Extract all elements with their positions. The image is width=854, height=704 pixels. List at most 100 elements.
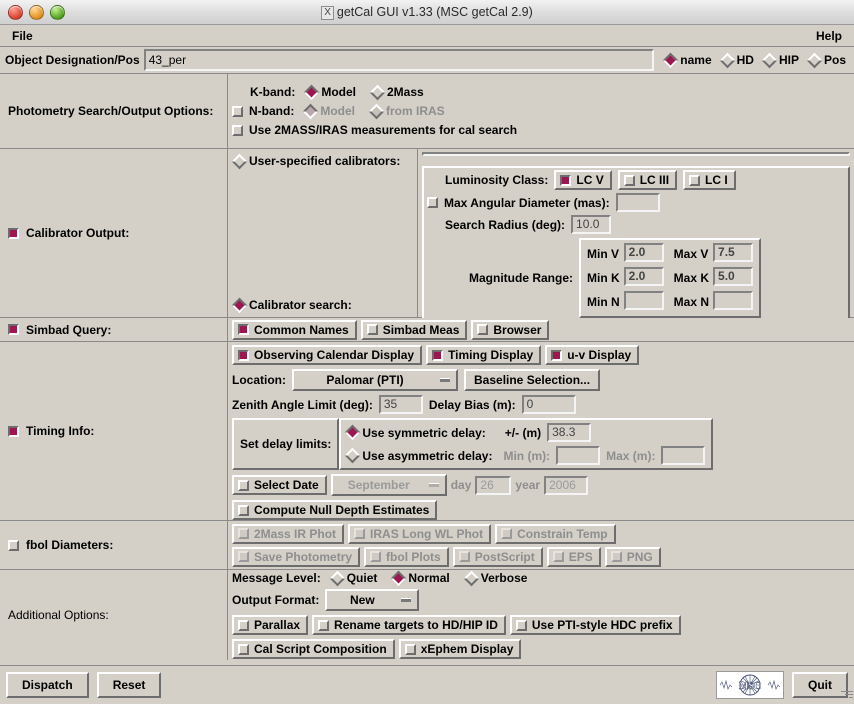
min-n-input[interactable]: [623, 291, 664, 310]
kband-model-radio[interactable]: Model: [301, 84, 361, 100]
location-value: Palomar (PTI): [326, 373, 404, 387]
nband-iras-radio[interactable]: from IRAS: [366, 103, 450, 119]
close-window-button[interactable]: [8, 4, 23, 20]
checkbox-icon: [366, 324, 378, 335]
observing-calendar-display-toggle[interactable]: Observing Calendar Display: [232, 345, 423, 365]
png-label: PNG: [626, 549, 653, 564]
save-photometry-toggle[interactable]: Save Photometry: [232, 546, 361, 567]
month-dropdown[interactable]: September: [330, 474, 447, 496]
rename-targets-toggle[interactable]: Rename targets to HD/HIP ID: [312, 615, 506, 635]
symmetric-delay-radio[interactable]: Use symmetric delay:: [345, 424, 490, 441]
radio-hd[interactable]: HD: [717, 52, 759, 68]
radio-name[interactable]: name: [660, 52, 716, 68]
window-controls[interactable]: [8, 4, 65, 20]
day-label: day: [450, 478, 472, 492]
asym-max-label: Max (m):: [606, 448, 656, 463]
lc-iii-label: LC III: [639, 173, 670, 187]
compute-null-depth-toggle[interactable]: Compute Null Depth Estimates: [232, 500, 438, 520]
max-v-label: Max V: [673, 247, 709, 261]
asymmetric-delay-radio[interactable]: Use asymmetric delay:: [345, 447, 497, 464]
reset-button[interactable]: Reset: [96, 672, 162, 698]
symmetric-delay-input[interactable]: 38.3: [547, 423, 592, 442]
month-value: September: [347, 478, 410, 492]
delay-bias-label: Delay Bias (m):: [428, 397, 516, 412]
iras-long-wl-phot-label: IRAS Long WL Phot: [370, 526, 484, 541]
eps-toggle[interactable]: EPS: [546, 546, 601, 567]
kband-row: K-band: Model 2Mass: [250, 84, 850, 100]
search-radius-input[interactable]: 10.0: [571, 215, 612, 234]
iras-long-wl-phot-toggle[interactable]: IRAS Long WL Phot: [348, 523, 492, 544]
xephem-display-toggle[interactable]: xEphem Display: [398, 639, 522, 659]
fbol-plots-toggle[interactable]: fbol Plots: [364, 546, 449, 567]
radio-pos[interactable]: Pos: [804, 52, 851, 68]
day-input[interactable]: 26: [475, 475, 512, 495]
pti-style-hdc-toggle[interactable]: Use PTI-style HDC prefix: [509, 615, 681, 635]
magnitude-range-row: Magnitude Range: Min V 2.0 Max V 7.5 Min…: [427, 238, 845, 318]
postscript-toggle[interactable]: PostScript: [452, 546, 543, 567]
simbad-query-checkbox[interactable]: [8, 324, 19, 335]
message-level-normal-radio[interactable]: Normal: [388, 570, 454, 586]
location-dropdown[interactable]: Palomar (PTI): [292, 369, 458, 391]
common-names-toggle[interactable]: Common Names: [232, 319, 357, 340]
nband-model-radio[interactable]: Model: [300, 103, 360, 119]
object-designation-input[interactable]: 43_per: [143, 49, 655, 71]
min-k-input[interactable]: 2.0: [623, 267, 664, 286]
output-format-value: New: [349, 593, 375, 607]
use-2mass-checkbox[interactable]: [232, 124, 243, 136]
set-delay-limits-frame: Set delay limits:: [232, 418, 340, 470]
diamond-radio-icon: [329, 570, 345, 586]
2mass-ir-phot-label: 2Mass IR Phot: [254, 526, 337, 541]
year-input[interactable]: 2006: [544, 475, 589, 495]
user-specified-radio[interactable]: User-specified calibrators:: [231, 153, 417, 169]
menu-help[interactable]: Help: [812, 28, 846, 44]
resize-grip[interactable]: [839, 689, 853, 703]
browser-toggle[interactable]: Browser: [471, 319, 550, 340]
max-k-input[interactable]: 5.0: [713, 267, 754, 286]
calibrator-output-checkbox[interactable]: [8, 227, 19, 239]
fbol-diameters-checkbox[interactable]: [8, 539, 19, 551]
checkbox-icon: [610, 551, 622, 562]
kband-2mass-radio[interactable]: 2Mass: [367, 84, 429, 100]
minimize-window-button[interactable]: [29, 4, 44, 20]
lc-v-toggle[interactable]: LC V: [554, 170, 612, 190]
menu-file[interactable]: File: [8, 28, 37, 44]
min-v-input[interactable]: 2.0: [623, 243, 664, 262]
message-level-label: Message Level:: [232, 571, 321, 585]
radio-hip[interactable]: HIP: [759, 52, 804, 68]
postscript-label: PostScript: [474, 549, 535, 564]
asym-min-input[interactable]: [556, 446, 601, 465]
asym-max-input[interactable]: [661, 446, 706, 465]
cal-script-composition-toggle[interactable]: Cal Script Composition: [232, 639, 395, 659]
nband-checkbox[interactable]: [232, 105, 243, 117]
message-level-verbose-radio[interactable]: Verbose: [461, 570, 533, 586]
zenith-angle-input[interactable]: 35: [378, 395, 423, 414]
application-window: XgetCal GUI v1.33 (MSC getCal 2.9) File …: [0, 0, 854, 704]
max-angular-input[interactable]: [615, 193, 660, 212]
dispatch-button[interactable]: Dispatch: [6, 672, 89, 698]
max-n-input[interactable]: [713, 291, 754, 310]
use-2mass-row[interactable]: Use 2MASS/IRAS measurements for cal sear…: [232, 123, 850, 137]
parallax-toggle[interactable]: Parallax: [232, 615, 309, 635]
output-format-dropdown[interactable]: New: [325, 589, 420, 611]
lc-iii-toggle[interactable]: LC III: [617, 170, 678, 190]
timing-info-checkbox[interactable]: [8, 425, 19, 437]
calibrator-search-radio[interactable]: Calibrator search:: [231, 297, 417, 313]
timing-display-toggle[interactable]: Timing Display: [426, 345, 542, 365]
user-specified-calibrators-input[interactable]: [422, 152, 850, 156]
baseline-selection-button[interactable]: Baseline Selection...: [464, 369, 601, 391]
png-toggle[interactable]: PNG: [604, 546, 661, 567]
max-angular-checkbox[interactable]: [427, 197, 438, 208]
lc-i-toggle[interactable]: LC I: [683, 170, 736, 190]
delay-bias-input[interactable]: 0: [521, 395, 576, 414]
max-v-input[interactable]: 7.5: [713, 243, 754, 262]
radio-hip-label: HIP: [778, 53, 799, 67]
calibrator-section-label: Calibrator Output:: [0, 149, 228, 317]
2mass-ir-phot-toggle[interactable]: 2Mass IR Phot: [232, 523, 345, 544]
uv-display-toggle[interactable]: u-v Display: [545, 345, 640, 365]
constrain-temp-toggle[interactable]: Constrain Temp: [495, 523, 616, 544]
message-level-quiet-radio[interactable]: Quiet: [327, 570, 383, 586]
table-row: Min N Max N: [585, 290, 755, 314]
simbad-meas-toggle[interactable]: Simbad Meas: [360, 319, 468, 340]
select-date-toggle[interactable]: Select Date: [232, 475, 327, 495]
maximize-window-button[interactable]: [50, 4, 65, 20]
